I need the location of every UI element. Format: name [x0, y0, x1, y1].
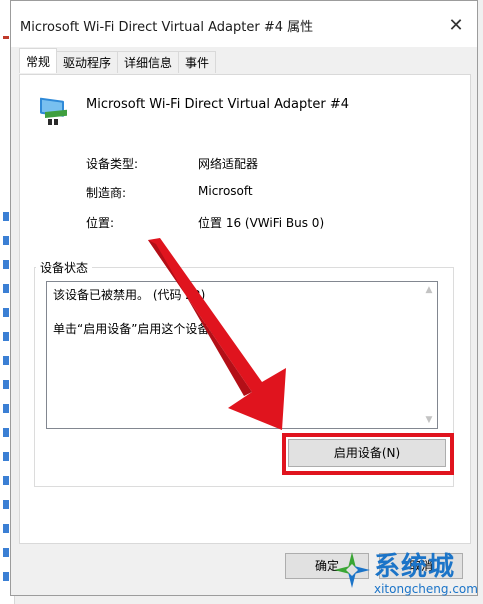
tab-general[interactable]: 常规	[19, 48, 58, 73]
background-marker	[3, 212, 9, 221]
background-marker	[3, 548, 9, 557]
tab-details[interactable]: 详细信息	[117, 51, 180, 73]
status-message-line: 单击“启用设备”启用这个设备。	[53, 322, 222, 336]
device-name: Microsoft Wi-Fi Direct Virtual Adapter #…	[86, 97, 349, 112]
device-type-label: 设备类型:	[86, 157, 139, 171]
network-adapter-icon	[36, 93, 72, 129]
background-marker	[3, 452, 9, 461]
background-marker	[3, 428, 9, 437]
status-message-line: 该设备已被禁用。 (代码 22)	[53, 288, 206, 302]
watermark-url: xitongcheng.com	[374, 582, 478, 596]
background-marker	[3, 36, 9, 39]
scroll-up-icon[interactable]: ▲	[424, 285, 434, 295]
manufacturer-label: 制造商:	[86, 186, 127, 200]
background-marker	[3, 572, 9, 581]
background-marker	[3, 380, 9, 389]
background-marker	[3, 236, 9, 245]
location-value: 位置 16 (VWiFi Bus 0)	[198, 216, 325, 230]
close-button[interactable]: ✕	[441, 10, 471, 40]
background-marker	[3, 356, 9, 365]
manufacturer-value: Microsoft	[198, 184, 253, 198]
watermark: 系统城 xitongcheng.com	[330, 546, 480, 602]
device-type-value: 网络适配器	[198, 157, 259, 171]
location-label: 位置:	[86, 216, 115, 230]
background-marker	[3, 260, 9, 269]
background-marker	[3, 284, 9, 293]
background-marker	[3, 332, 9, 341]
status-scrollbar[interactable]: ▲ ▼	[421, 282, 437, 428]
close-icon: ✕	[448, 14, 464, 36]
tab-bar: 常规 驱动程序 详细信息 事件	[19, 48, 217, 75]
window-title: Microsoft Wi-Fi Direct Virtual Adapter #…	[20, 20, 314, 35]
tab-events[interactable]: 事件	[178, 51, 217, 73]
background-marker	[3, 308, 9, 317]
general-tab-panel: Microsoft Wi-Fi Direct Virtual Adapter #…	[19, 74, 471, 544]
background-marker	[3, 404, 9, 413]
watermark-logo-icon	[334, 552, 370, 588]
properties-dialog: Microsoft Wi-Fi Direct Virtual Adapter #…	[10, 0, 478, 596]
background-marker	[3, 500, 9, 509]
background-marker	[3, 524, 9, 533]
title-bar[interactable]: Microsoft Wi-Fi Direct Virtual Adapter #…	[11, 1, 477, 47]
scroll-down-icon[interactable]: ▼	[424, 415, 434, 425]
device-status-textbox[interactable]: 该设备已被禁用。 (代码 22) 单击“启用设备”启用这个设备。 ▲ ▼	[46, 281, 438, 429]
watermark-brand: 系统城	[374, 552, 456, 582]
background-marker	[3, 476, 9, 485]
tab-driver[interactable]: 驱动程序	[56, 51, 119, 73]
device-status-title: 设备状态	[36, 259, 93, 276]
highlight-box	[282, 433, 454, 475]
